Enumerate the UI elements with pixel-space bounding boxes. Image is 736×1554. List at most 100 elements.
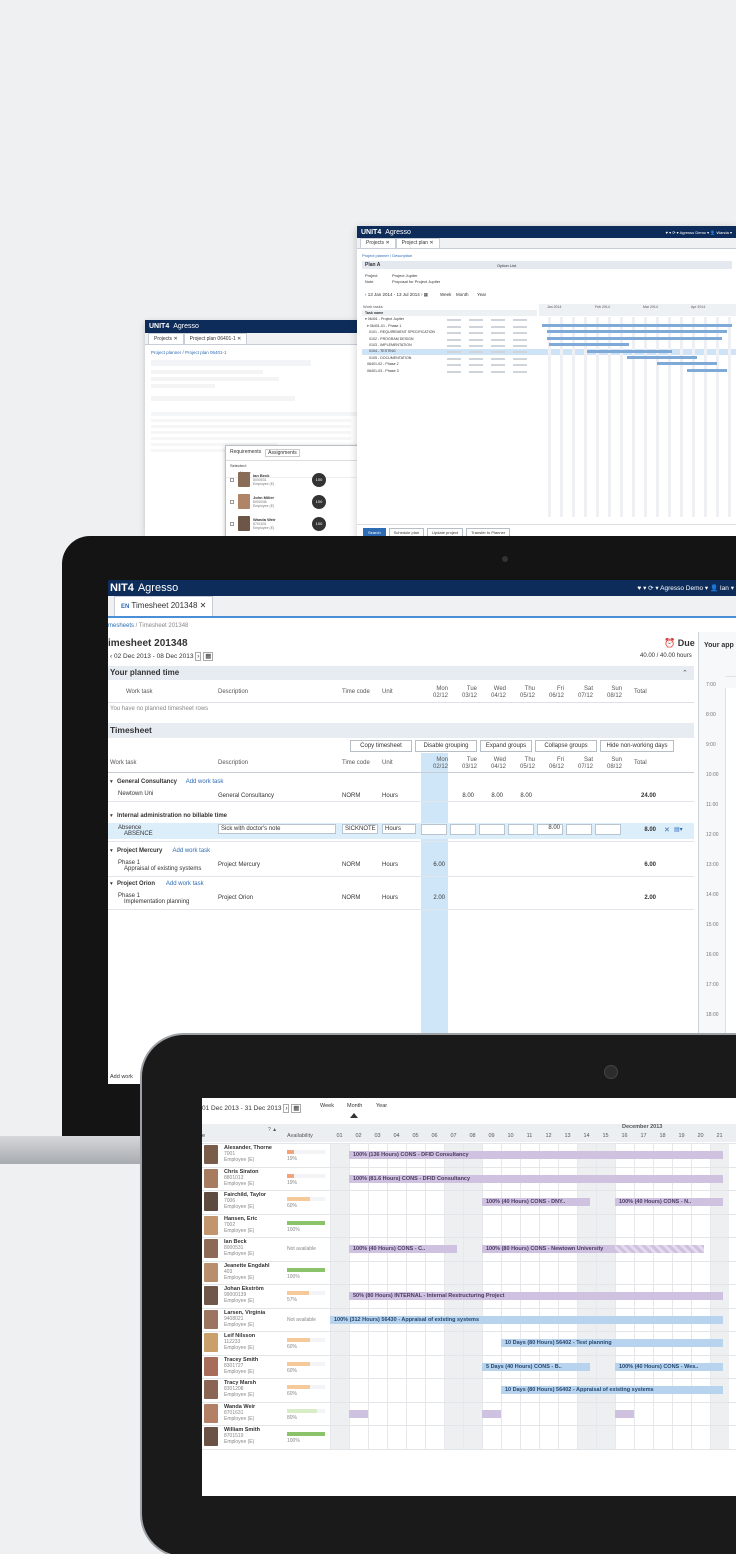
hours-cell[interactable]: [537, 862, 563, 870]
back-right-tab-project[interactable]: Project plan ✕: [395, 238, 440, 248]
hours-cell[interactable]: [421, 824, 447, 835]
hours-cell[interactable]: [450, 824, 476, 835]
popup-tab-assignments[interactable]: Assignments: [265, 449, 300, 457]
gantt-bar[interactable]: [657, 362, 717, 366]
hours-cell[interactable]: [537, 793, 563, 801]
booking-bar[interactable]: [482, 1409, 501, 1418]
hours-cell[interactable]: 2.00: [421, 895, 447, 903]
hours-cell[interactable]: [450, 895, 476, 903]
gantt-bar[interactable]: [627, 356, 697, 359]
group-expand-icon[interactable]: ▾: [110, 779, 113, 785]
hours-cell[interactable]: [508, 824, 534, 835]
hours-cell[interactable]: [450, 862, 476, 870]
hours-cell[interactable]: 8.00: [537, 824, 563, 835]
booking-bar[interactable]: 10 Days (80 Hours) 56402 - Appraisal of …: [501, 1386, 723, 1394]
task-row[interactable]: 0101 - REQUIREMENT SPECIFICATION: [365, 330, 435, 334]
booking-bar[interactable]: 100% (40 Hours) CONS - Wes..: [615, 1362, 723, 1371]
booking-bar[interactable]: 100% (80 Hours) CONS - Newtown Universit…: [482, 1245, 628, 1253]
task-row[interactable]: ▾ 06401-01 - Phase 1: [365, 324, 401, 328]
hours-cell[interactable]: [566, 862, 592, 870]
gantt-bar[interactable]: [547, 336, 722, 340]
hours-cell[interactable]: 8.00: [508, 793, 534, 801]
hours-cell[interactable]: 8.00: [450, 793, 476, 801]
add-work-task-link[interactable]: Add work task: [186, 779, 224, 785]
toolbar-button[interactable]: Expand groups: [480, 740, 532, 752]
hours-cell[interactable]: [566, 793, 592, 801]
hours-cell[interactable]: 8.00: [479, 793, 505, 801]
task-row[interactable]: Task name: [365, 311, 383, 315]
tablet-view-week[interactable]: Week: [320, 1103, 334, 1109]
booking-bar[interactable]: 100% (40 Hours) CONS - DNY..: [482, 1198, 590, 1206]
group-expand-icon[interactable]: ▾: [110, 881, 113, 887]
booking-bar[interactable]: 50% (80 Hours) INTERNAL - Internal Restr…: [349, 1292, 723, 1300]
description-input[interactable]: Sick with doctor's note: [218, 824, 336, 834]
back-left-tab-project[interactable]: Project plan 06401-1 ✕: [183, 333, 248, 344]
task-row[interactable]: 0104 - TESTING: [365, 349, 396, 353]
task-row[interactable]: 0103 - IMPLEMENTATION: [365, 343, 412, 347]
hours-cell[interactable]: [479, 862, 505, 870]
back-left-breadcrumb[interactable]: Project planner / Project plan 06401-1: [151, 350, 227, 355]
hours-cell[interactable]: [508, 895, 534, 903]
booking-bar[interactable]: 100% (312 Hours) 56430 - Appraisal of ex…: [330, 1315, 723, 1324]
back-right-plan-option[interactable]: Option List: [497, 263, 516, 268]
chevron-right-icon[interactable]: ›: [195, 652, 202, 661]
back-right-userbar[interactable]: ♥ ▾ ⟳ ▾ Agresso Demo ▾ 👤 Wanda ▾: [666, 230, 732, 235]
hours-cell[interactable]: [479, 895, 505, 903]
laptop-date-range[interactable]: ‹ 02 Dec 2013 - 08 Dec 2013 › ▦: [110, 652, 214, 661]
task-row[interactable]: 06401-03 - Phase 3: [365, 369, 399, 373]
back-right-view-year[interactable]: Year: [477, 292, 486, 297]
group-expand-icon[interactable]: ▾: [110, 813, 113, 819]
hours-cell[interactable]: [595, 862, 621, 870]
hours-cell[interactable]: [566, 824, 592, 835]
toolbar-button[interactable]: Collapse groups: [535, 740, 597, 752]
hours-cell[interactable]: 6.00: [421, 862, 447, 870]
hours-cell[interactable]: [595, 793, 621, 801]
tablet-chevron-right-icon[interactable]: ›: [283, 1104, 290, 1113]
laptop-breadcrumb[interactable]: mesheets / Timesheet 201348: [108, 623, 188, 629]
hours-cell[interactable]: [479, 824, 505, 835]
task-row[interactable]: 06401-02 - Phase 2: [365, 362, 399, 366]
booking-bar[interactable]: 5 Days (40 Hours) CONS - B..: [482, 1362, 590, 1371]
booking-bar[interactable]: [349, 1409, 368, 1418]
back-right-date-range[interactable]: ‹ 13 Jan 2014 - 13 Jul 2014 › ▦: [365, 292, 428, 298]
hours-cell[interactable]: [566, 895, 592, 903]
hours-cell[interactable]: [508, 862, 534, 870]
tablet-home-button[interactable]: [604, 1065, 618, 1079]
task-row[interactable]: ▾ 06401 - Project Jupiter: [365, 317, 404, 321]
hours-cell[interactable]: [537, 895, 563, 903]
booking-bar[interactable]: 100% (40 Hours) CONS - C..: [349, 1245, 457, 1253]
gantt-bar[interactable]: [549, 343, 629, 347]
person-checkbox[interactable]: [230, 478, 234, 482]
unit-input[interactable]: Hours: [382, 824, 416, 834]
tablet-view-year[interactable]: Year: [376, 1103, 387, 1109]
booking-bar[interactable]: 100% (81.6 Hours) CONS - DFID Consultanc…: [349, 1174, 723, 1183]
task-row[interactable]: 0105 - DOCUMENTATION: [365, 356, 411, 360]
tablet-date-range[interactable]: 01 Dec 2013 - 31 Dec 2013 › ▦: [202, 1104, 302, 1113]
gantt-bar[interactable]: [542, 324, 732, 327]
tablet-calendar-icon[interactable]: ▦: [291, 1104, 302, 1113]
back-right-breadcrumb[interactable]: Project planner / Description: [362, 253, 412, 258]
tablet-view-month[interactable]: Month: [347, 1103, 362, 1109]
add-work-task-link[interactable]: Add work task: [166, 881, 204, 887]
tablet-sort-icon[interactable]: ? ▲: [268, 1127, 277, 1133]
booking-bar[interactable]: [615, 1245, 704, 1253]
back-right-tab-projects[interactable]: Projects ✕: [360, 238, 396, 248]
delete-row-icon[interactable]: ✕: [664, 826, 670, 834]
calendar-icon[interactable]: ▦: [203, 652, 214, 661]
popup-tab-requirements[interactable]: Requirements: [230, 449, 261, 457]
booking-bar[interactable]: 10 Days (80 Hours) 56402 - Test planning: [501, 1339, 723, 1347]
toolbar-button[interactable]: Disable grouping: [415, 740, 477, 752]
booking-bar[interactable]: 100% (136 Hours) CONS - DFID Consultancy: [349, 1151, 723, 1159]
back-right-view-week[interactable]: Week: [440, 292, 451, 297]
hours-cell[interactable]: [595, 895, 621, 903]
booking-bar[interactable]: [615, 1409, 634, 1418]
collapse-icon[interactable]: ⌃: [682, 669, 688, 677]
person-checkbox[interactable]: [230, 522, 234, 526]
toolbar-button[interactable]: Copy timesheet: [350, 740, 412, 752]
add-work-button[interactable]: Add work: [110, 1074, 133, 1080]
group-expand-icon[interactable]: ▾: [110, 848, 113, 854]
person-checkbox[interactable]: [230, 500, 234, 504]
gantt-bar[interactable]: [547, 330, 727, 334]
hours-cell[interactable]: [421, 793, 447, 801]
gantt-bar[interactable]: [587, 349, 672, 353]
